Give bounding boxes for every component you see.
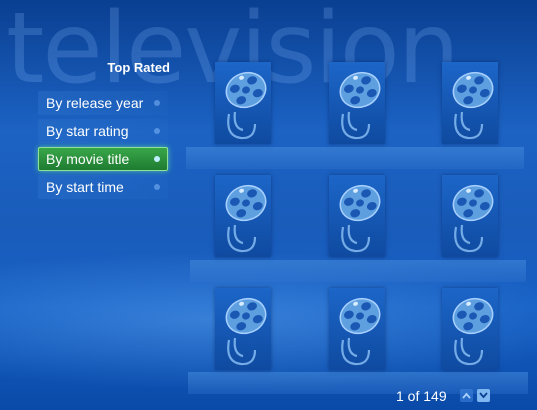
menu-item-start-time[interactable]: By start time	[38, 175, 168, 199]
movie-tile[interactable]	[329, 62, 385, 144]
chevron-up-icon	[462, 392, 471, 399]
film-reel-icon	[452, 184, 494, 253]
film-reel-icon	[225, 297, 267, 366]
movie-tile[interactable]	[442, 175, 498, 257]
menu-indicator-dot	[154, 156, 160, 162]
row-caption-bar	[186, 147, 524, 169]
menu-item-label: By movie title	[46, 151, 130, 167]
film-reel-icon	[339, 297, 381, 366]
media-center-screen: television Top Rated By release year By …	[0, 0, 537, 410]
movie-tile[interactable]	[215, 288, 271, 370]
page-down-button[interactable]	[477, 389, 490, 402]
movie-tile[interactable]	[215, 175, 271, 257]
film-reel-icon	[452, 297, 494, 366]
page-up-button[interactable]	[460, 389, 473, 402]
movie-tile[interactable]	[215, 62, 271, 144]
movie-tile[interactable]	[442, 62, 498, 144]
movie-tile[interactable]	[329, 175, 385, 257]
section-title: Top Rated	[107, 60, 170, 75]
page-indicator: 1 of 149	[396, 388, 447, 404]
sort-menu: By release year By star rating By movie …	[38, 91, 168, 203]
menu-item-label: By start time	[46, 179, 124, 195]
film-reel-icon	[339, 184, 381, 253]
movie-tile[interactable]	[442, 288, 498, 370]
film-reel-icon	[452, 71, 494, 140]
menu-item-label: By star rating	[46, 123, 129, 139]
film-reel-icon	[225, 184, 267, 253]
movie-tile[interactable]	[329, 288, 385, 370]
menu-indicator-dot	[154, 184, 160, 190]
menu-item-release-year[interactable]: By release year	[38, 91, 168, 115]
menu-indicator-dot	[154, 128, 160, 134]
film-reel-icon	[225, 71, 267, 140]
menu-item-movie-title[interactable]: By movie title	[38, 147, 168, 171]
chevron-down-icon	[479, 392, 488, 399]
menu-item-star-rating[interactable]: By star rating	[38, 119, 168, 143]
row-caption-bar	[190, 260, 526, 282]
menu-indicator-dot	[154, 100, 160, 106]
menu-item-label: By release year	[46, 95, 144, 111]
film-reel-icon	[339, 71, 381, 140]
